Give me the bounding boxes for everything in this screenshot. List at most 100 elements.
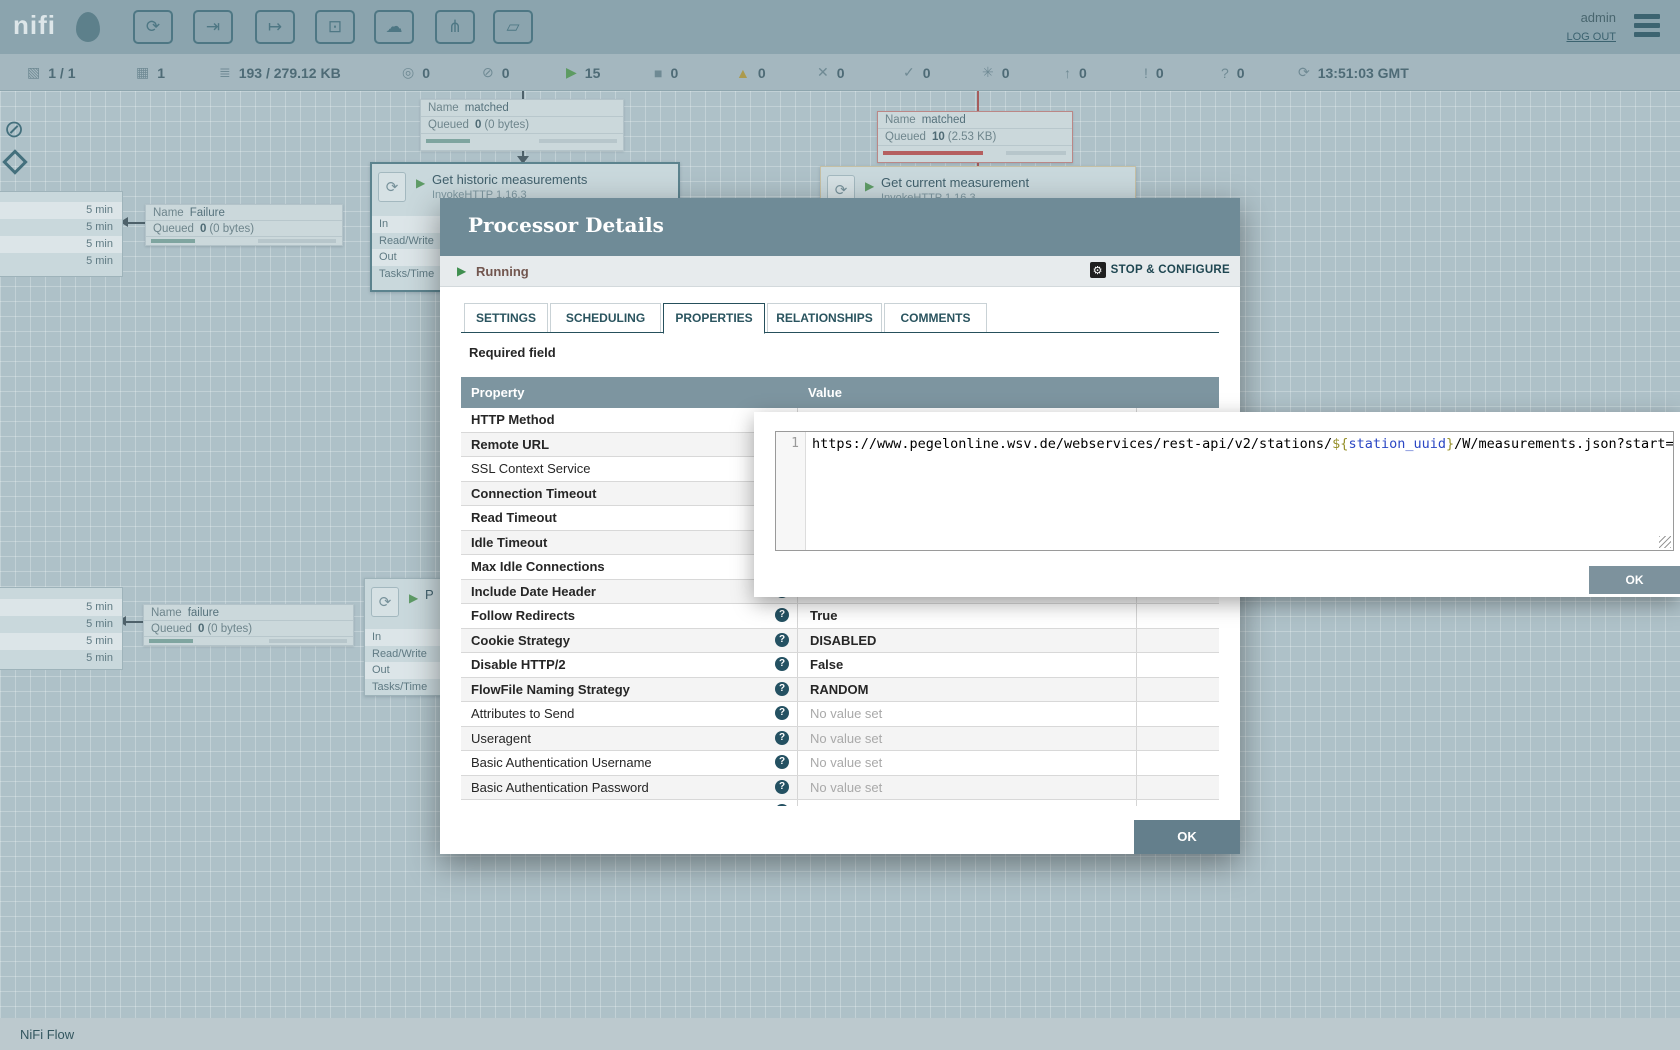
tab-properties[interactable]: PROPERTIES [663, 303, 765, 334]
help-icon[interactable]: ? [775, 682, 789, 696]
status-warning: ▲0 [736, 54, 766, 91]
status-locally-modified-stale: !0 [1144, 54, 1164, 91]
stop-and-configure-button[interactable]: ⚙ STOP & CONFIGURE [1090, 262, 1230, 278]
run-status-icon: ▶ [416, 176, 425, 190]
process-group-icon[interactable]: ⊡ [315, 10, 355, 44]
flow-status-bar: ▧1 / 1▦1≣193 / 279.12 KB◎0⊘0▶15■0▲0✕0✓0✳… [0, 54, 1680, 91]
property-name: HTTP Method [471, 412, 555, 427]
running-icon: ▶ [566, 64, 577, 81]
value-editor-panel: 1 https://www.pegelonline.wsv.de/webserv… [754, 412, 1680, 597]
partial-processor-stats[interactable]: 5 min5 min 5 min5 min [0, 191, 123, 277]
line-number: 1 [776, 432, 805, 451]
no-entry-icon: ⊘ [4, 115, 24, 144]
editor-ok-button[interactable]: OK [1589, 566, 1680, 594]
status-stale: ↑0 [1064, 54, 1087, 91]
status-sync-failure: ?0 [1221, 54, 1245, 91]
nifi-drop-icon [76, 12, 100, 42]
locally-modified-stale-icon: ! [1144, 65, 1148, 81]
status-threads: ▦1 [136, 54, 165, 91]
property-name: Basic Authentication Username [471, 755, 652, 770]
funnel-icon[interactable]: ⋔ [435, 10, 475, 44]
status-value: 13:51:03 GMT [1318, 65, 1409, 81]
threads-icon: ▦ [136, 64, 149, 81]
connection-label-failure[interactable]: NameFailure Queued0(0 bytes) [145, 204, 343, 246]
property-row[interactable]: Useragent?No value set [461, 727, 1219, 752]
status-stopped: ■0 [654, 54, 678, 91]
cluster-icon: ▧ [27, 64, 40, 81]
help-icon[interactable]: ? [775, 804, 789, 806]
tab-scheduling[interactable]: SCHEDULING [550, 303, 661, 333]
property-row[interactable]: Basic Authentication Username? No value s… [461, 751, 1219, 776]
connection-label-matched-highlighted[interactable]: Namematched Queued10(2.53 KB) [877, 111, 1073, 163]
input-port-icon[interactable]: ⇥ [193, 10, 233, 44]
help-icon[interactable]: ? [775, 608, 789, 622]
property-name: Cookie Strategy [471, 633, 570, 648]
processor-icon[interactable]: ⟳ [133, 10, 173, 44]
property-name: Max Idle Connections [471, 559, 605, 574]
connection-line [128, 222, 146, 224]
tab-settings[interactable]: SETTINGS [464, 303, 548, 333]
editor-code-line[interactable]: https://www.pegelonline.wsv.de/webservic… [806, 432, 1673, 550]
resize-handle-icon[interactable] [1659, 536, 1671, 548]
dialog-ok-button[interactable]: OK [1134, 820, 1240, 854]
property-row[interactable]: FlowFile Naming Strategy?RANDOM [461, 678, 1219, 703]
help-icon[interactable]: ? [775, 706, 789, 720]
global-menu-icon[interactable] [1634, 14, 1660, 40]
property-row[interactable]: ? [461, 800, 1219, 806]
value-editor[interactable]: 1 https://www.pegelonline.wsv.de/webserv… [775, 431, 1674, 551]
property-value: True [810, 608, 837, 623]
property-value: No value set [810, 731, 882, 746]
property-row[interactable]: Disable HTTP/2? False [461, 653, 1219, 678]
property-name: Disable HTTP/2 [471, 657, 566, 672]
template-icon[interactable]: ▱ [493, 10, 533, 44]
connection-label-failure-2[interactable]: Namefailure Queued0(0 bytes) [143, 604, 354, 646]
status-value: 0 [1237, 65, 1245, 81]
tag-icon [2, 149, 27, 174]
dialog-tabs: SETTINGSSCHEDULINGPROPERTIESRELATIONSHIP… [464, 303, 989, 333]
app-toolbar: nifi ⟳⇥↦⊡☁⋔▱ admin LOG OUT [0, 0, 1680, 54]
property-value: False [810, 657, 843, 672]
invokehttp-icon: ⟳ [378, 172, 406, 202]
editor-gutter: 1 [776, 432, 806, 550]
property-name: Follow Redirects [471, 608, 575, 623]
transmitting-icon: ◎ [402, 64, 414, 81]
property-value: No value set [810, 755, 882, 770]
property-row[interactable]: Basic Authentication Password?No value s… [461, 776, 1219, 801]
code-segment-plain: https://www.pegelonline.wsv.de/webservic… [812, 436, 1332, 452]
stale-icon: ↑ [1064, 65, 1071, 81]
property-row[interactable]: Follow Redirects? True [461, 604, 1219, 629]
tab-relationships[interactable]: RELATIONSHIPS [767, 303, 882, 333]
status-cluster: ▧1 / 1 [27, 54, 75, 91]
run-status-icon: ▶ [409, 591, 418, 605]
status-refresh[interactable]: ⟳ 13:51:03 GMT [1298, 54, 1409, 91]
property-name: Attributes to Send [471, 706, 574, 721]
breadcrumb[interactable]: NiFi Flow [20, 1027, 74, 1042]
property-row[interactable]: Cookie Strategy?DISABLED [461, 629, 1219, 654]
remote-process-group-icon[interactable]: ☁ [374, 10, 414, 44]
help-icon[interactable]: ? [775, 780, 789, 794]
status-value: 0 [1079, 65, 1087, 81]
status-running: ▶15 [566, 54, 600, 91]
tab-comments[interactable]: COMMENTS [884, 303, 987, 333]
logout-link[interactable]: LOG OUT [1566, 31, 1616, 43]
status-value: 0 [923, 65, 931, 81]
status-not-transmitting: ⊘0 [482, 54, 510, 91]
code-segment-param: station_uuid [1348, 436, 1446, 452]
property-name: Read Timeout [471, 510, 557, 525]
partial-processor-stats[interactable]: 5 min5 min 5 min5 min [0, 587, 123, 670]
help-icon[interactable]: ? [775, 755, 789, 769]
help-icon[interactable]: ? [775, 731, 789, 745]
connection-label-matched[interactable]: Namematched Queued0(0 bytes) [420, 99, 624, 151]
column-header-value: Value [798, 377, 1137, 408]
output-port-icon[interactable]: ↦ [255, 10, 295, 44]
help-icon[interactable]: ? [775, 633, 789, 647]
property-row[interactable]: Attributes to Send?No value set [461, 702, 1219, 727]
status-value: 0 [422, 65, 430, 81]
help-icon[interactable]: ? [775, 657, 789, 671]
property-name: Remote URL [471, 437, 549, 452]
run-status-text: Running [476, 264, 529, 279]
status-value: 0 [758, 65, 766, 81]
properties-table-header: Property Value [461, 377, 1219, 408]
dialog-header: Processor Details [440, 198, 1240, 256]
refresh-icon: ⟳ [1298, 64, 1310, 81]
